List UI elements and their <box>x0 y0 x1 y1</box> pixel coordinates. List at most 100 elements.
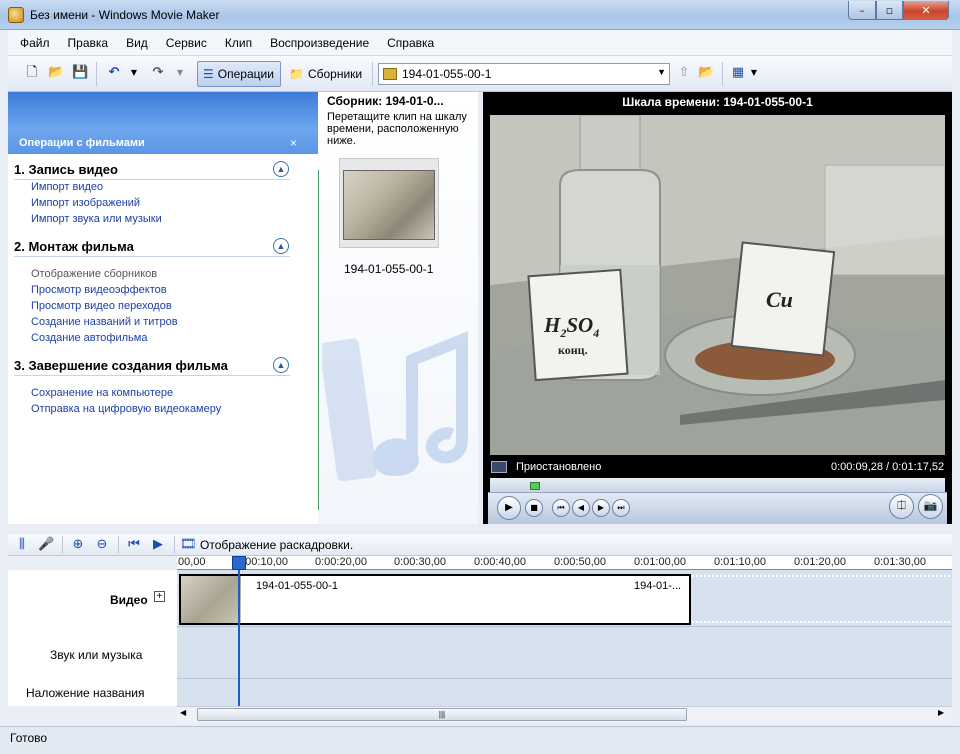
close-window-button[interactable]: ✕ <box>903 1 949 20</box>
task-make-titles[interactable]: Создание названий и титров <box>31 316 178 328</box>
timeline-clip-name-end: 194-01-... <box>634 580 682 592</box>
collapse-section-icon[interactable]: ▲ <box>273 357 289 373</box>
toolbar-separator <box>118 536 119 554</box>
new-collection-folder-icon[interactable]: 📂 <box>698 65 714 81</box>
expand-track-icon[interactable]: + <box>154 591 165 602</box>
rewind-button[interactable]: ◀ <box>572 499 590 517</box>
menu-clip[interactable]: Клип <box>225 36 252 50</box>
toolbar-separator <box>372 62 373 86</box>
ruler-tick: 00,00 <box>178 556 206 568</box>
collections-button[interactable]: 📁 Сборники <box>286 61 368 87</box>
video-scene <box>490 115 945 455</box>
storyboard-icon[interactable]: 🎞 <box>180 537 197 553</box>
playhead-handle[interactable] <box>232 556 246 570</box>
task-show-collections[interactable]: Отображение сборников <box>31 268 157 280</box>
menu-help[interactable]: Справка <box>387 36 434 50</box>
take-picture-button[interactable]: 📷 <box>918 494 943 519</box>
new-project-icon[interactable]: 🗋 <box>24 65 40 81</box>
show-storyboard-button[interactable]: Отображение раскадровки. <box>200 538 353 552</box>
music-note-watermark-icon <box>322 331 468 482</box>
zoom-in-icon[interactable]: ⊕ <box>70 537 86 553</box>
next-frame-button[interactable]: ⏭ <box>612 499 630 517</box>
menu-view[interactable]: Вид <box>126 36 148 50</box>
collection-up-icon[interactable]: ⇧ <box>676 65 692 81</box>
menu-edit[interactable]: Правка <box>68 36 109 50</box>
play-button[interactable]: ▶ <box>497 496 521 520</box>
narrate-timeline-icon[interactable]: 🎤 <box>38 537 54 553</box>
collapse-section-icon[interactable]: ▲ <box>273 238 289 254</box>
scrollbar-thumb[interactable]: ||| <box>197 708 687 721</box>
task-view-transitions[interactable]: Просмотр видео переходов <box>31 300 172 312</box>
toolbar-separator <box>62 536 63 554</box>
collection-title: Сборник: 194-01-0... <box>327 94 444 108</box>
redo-dropdown-icon[interactable]: ▼ <box>172 65 188 81</box>
menu-tools[interactable]: Сервис <box>166 36 207 50</box>
status-ready-text: Готово <box>10 731 48 745</box>
rewind-timeline-icon[interactable]: ⏮ <box>126 537 142 553</box>
ruler-tick: 0:01:00,00 <box>634 556 686 568</box>
forward-button[interactable]: ▶ <box>592 499 610 517</box>
task-send-to-camera[interactable]: Отправка на цифровую видеокамеру <box>31 403 221 415</box>
collection-hint: Перетащите клип на шкалу времени, распол… <box>327 111 467 147</box>
h2so4-label: H2SO4 <box>544 313 600 341</box>
set-audio-levels-icon[interactable]: ⫼ <box>14 537 30 553</box>
minimize-button[interactable]: – <box>848 1 876 20</box>
maximize-button[interactable]: ▫ <box>876 1 903 20</box>
track-divider <box>177 626 952 627</box>
section-capture-title[interactable]: 1. Запись видео <box>14 162 118 177</box>
task-import-audio[interactable]: Импорт звука или музыки <box>31 213 162 225</box>
toolbar-separator <box>722 62 723 86</box>
audio-track-label: Звук или музыка <box>50 648 143 662</box>
save-project-icon[interactable]: 💾 <box>72 65 88 81</box>
timeline-toolbar: ⫼ 🎤 ⊕ ⊖ ⏮ ▶ 🎞 <box>8 534 952 556</box>
concentrated-note: конц. <box>558 343 588 357</box>
views-icon[interactable]: ▦ <box>730 65 746 81</box>
track-dotted-border <box>692 575 950 577</box>
stop-button[interactable]: ■ <box>525 499 543 517</box>
collection-dropdown[interactable]: 194-01-055-00-1 ▼ <box>378 63 670 85</box>
video-frame[interactable]: H2SO4 конц. Cu <box>490 115 945 455</box>
section-edit-title[interactable]: 2. Монтаж фильма <box>14 239 134 254</box>
collections-label: Сборники <box>307 67 363 81</box>
clip-label[interactable]: 194-01-055-00-1 <box>344 262 433 276</box>
section-divider <box>14 179 290 180</box>
views-dropdown-icon[interactable]: ▼ <box>746 65 762 81</box>
seek-bar[interactable] <box>490 478 945 492</box>
scroll-left-icon[interactable]: ◀ <box>180 708 186 717</box>
track-divider <box>177 678 952 679</box>
menu-playback[interactable]: Воспроизведение <box>270 36 369 50</box>
tasks-header: Операции с фильмами <box>19 137 145 149</box>
task-import-video[interactable]: Импорт видео <box>31 181 103 193</box>
operations-list-icon: ☰ <box>203 67 214 81</box>
section-divider <box>14 256 290 257</box>
zoom-out-icon[interactable]: ⊖ <box>94 537 110 553</box>
video-track-label: Видео <box>110 593 148 607</box>
open-project-icon[interactable]: 📂 <box>48 65 64 81</box>
section-finish-title[interactable]: 3. Завершение создания фильма <box>14 358 228 373</box>
collapse-section-icon[interactable]: ▲ <box>273 161 289 177</box>
ruler-tick: 0:00:40,00 <box>474 556 526 568</box>
ruler-tick: 0:01:20,00 <box>794 556 846 568</box>
task-view-effects[interactable]: Просмотр видеоэффектов <box>31 284 167 296</box>
fullscreen-icon[interactable] <box>491 461 507 473</box>
split-clip-button[interactable]: ⎅ <box>889 494 914 519</box>
redo-icon[interactable]: ↷ <box>150 65 166 81</box>
clip-thumbnail[interactable] <box>339 158 439 248</box>
close-tasks-icon[interactable]: × <box>290 136 297 150</box>
undo-dropdown-icon[interactable]: ▼ <box>126 65 142 81</box>
operations-button[interactable]: ☰ Операции <box>197 61 281 87</box>
seek-thumb[interactable] <box>530 482 540 490</box>
play-timeline-icon[interactable]: ▶ <box>150 537 166 553</box>
task-automovie[interactable]: Создание автофильма <box>31 332 147 344</box>
toolbar-separator <box>174 536 175 554</box>
task-import-images[interactable]: Импорт изображений <box>31 197 140 209</box>
playback-status: Приостановлено <box>516 461 602 473</box>
scroll-right-icon[interactable]: ▶ <box>938 708 944 717</box>
previous-frame-button[interactable]: ⏮ <box>552 499 570 517</box>
undo-icon[interactable]: ↶ <box>106 65 122 81</box>
menu-file[interactable]: Файл <box>20 36 50 50</box>
task-save-to-computer[interactable]: Сохранение на компьютере <box>31 387 173 399</box>
ruler-tick: 0:01:30,00 <box>874 556 926 568</box>
timeline-clip-thumbnail <box>181 576 241 623</box>
movie-maker-app-icon[interactable] <box>8 7 24 23</box>
